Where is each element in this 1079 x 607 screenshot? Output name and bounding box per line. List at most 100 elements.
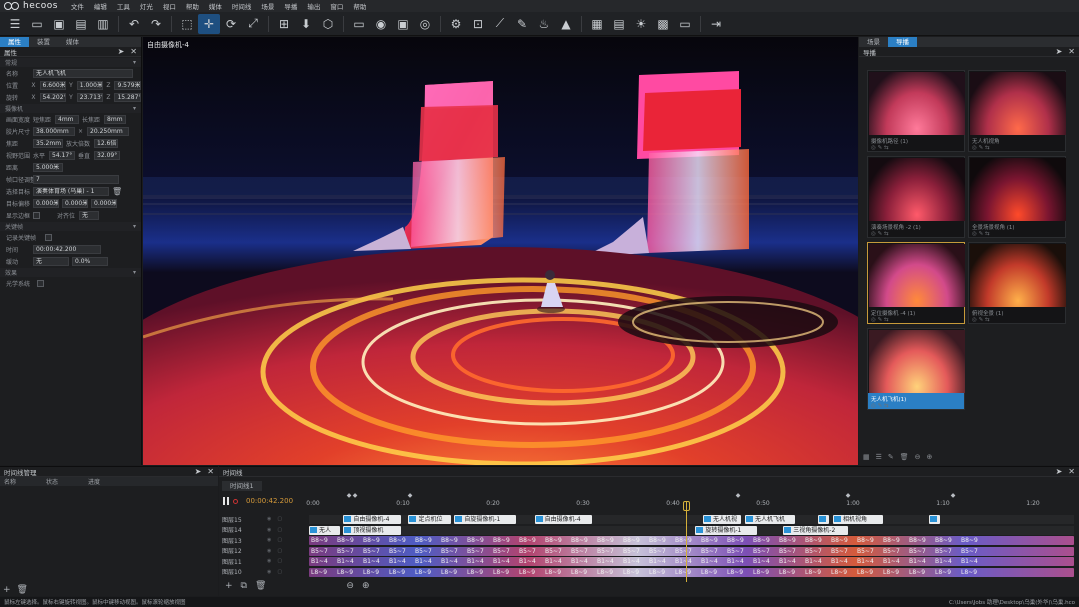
camera-clip[interactable] (928, 515, 941, 524)
record-checkbox[interactable] (45, 233, 52, 241)
gear-icon[interactable]: ⚙ (445, 14, 467, 34)
time-field[interactable]: 00:00:42.200 (33, 244, 101, 254)
position-y-field[interactable]: 1.000米 (76, 80, 104, 90)
lock-icon[interactable]: ▢ (277, 527, 282, 533)
camera-clip[interactable]: 无人机视 (702, 515, 742, 524)
select-icon[interactable]: ⬚ (176, 14, 198, 34)
rotation-y-field[interactable]: 23.713° (76, 92, 104, 102)
eye-icon[interactable]: ◉ (267, 527, 271, 533)
keyframe-marker[interactable]: ◆ (347, 492, 352, 499)
3d-viewport[interactable]: 自由摄像机-4 (143, 37, 858, 465)
pause-icon[interactable] (223, 497, 229, 505)
zoom-in-icon[interactable]: ⊕ (927, 453, 933, 461)
camera-thumbnail[interactable]: 俯视全景 (1) ◎ ✎ ⇆ (968, 242, 1066, 324)
name-field[interactable]: 无人机飞机 (33, 68, 133, 78)
camera-clip[interactable]: 顶视摄像机 (343, 525, 401, 535)
menu-item[interactable]: 帮助 (181, 1, 204, 11)
link-icon[interactable]: ⇆ (884, 231, 889, 237)
ruler-icon[interactable]: ⟋ (489, 14, 511, 34)
track-name[interactable]: 图层14 (219, 525, 267, 534)
tab-properties[interactable]: 属性 (0, 37, 29, 47)
tab-media[interactable]: 媒体 (58, 37, 87, 47)
camera-thumbnail[interactable]: 全景场景视角 (1) ◎ ✎ ⇆ (968, 156, 1066, 238)
camera-thumbnail[interactable]: 演奏场景视角 -2 (1) ◎ ✎ ⇆ (867, 156, 965, 238)
playhead-handle[interactable] (683, 501, 690, 511)
camera-icon[interactable]: ◎ (871, 145, 876, 151)
camera-icon[interactable]: ◎ (871, 403, 876, 409)
link-icon[interactable]: ⇆ (884, 145, 889, 151)
screen-icon[interactable]: ▭ (674, 14, 696, 34)
calendar-icon[interactable]: ▩ (652, 14, 674, 34)
undo-icon[interactable]: ↶ (123, 14, 145, 34)
position-x-field[interactable]: 6.600米 (39, 80, 67, 90)
scene-render[interactable] (143, 37, 858, 465)
camera-clip[interactable]: 自由摄像机-4 (534, 515, 593, 524)
ease-select[interactable]: 无 (33, 256, 69, 266)
link-icon[interactable]: ⇆ (985, 145, 990, 151)
menu-item[interactable]: 导播 (279, 1, 302, 11)
link-icon[interactable]: ⇆ (985, 231, 990, 237)
fire-icon[interactable]: ♨ (533, 14, 555, 34)
rocket-icon[interactable]: ▲ (555, 14, 577, 34)
eye-icon[interactable]: ◉ (267, 537, 271, 543)
grid-icon[interactable]: ▦ (586, 14, 608, 34)
link-select[interactable]: 无 (79, 210, 100, 220)
ease-percent-field[interactable]: 0.0% (72, 256, 108, 266)
menu-item[interactable]: 窗口 (325, 1, 348, 11)
sun-icon[interactable]: ☀ (630, 14, 652, 34)
section-keyframe[interactable]: 关键帧 ▾ (0, 222, 141, 231)
close-icon[interactable]: ✕ (130, 47, 137, 56)
fov-v-field[interactable]: 32.09° (94, 150, 121, 160)
link-icon[interactable]: ⇆ (884, 317, 889, 323)
edit-icon[interactable]: ✎ (979, 145, 984, 151)
redo-icon[interactable]: ↷ (145, 14, 167, 34)
media-clip[interactable]: B8~9 B8~9 B8~9 B8~9 B8~9 B8~9 B8~9 B8~9 B8~9 B8~9… (309, 536, 1074, 545)
camera-icon[interactable]: ◎ (871, 317, 876, 323)
camera-clip[interactable]: 无人机飞机 (745, 515, 795, 524)
rotation-z-field[interactable]: 15.287° (114, 92, 141, 102)
grid-view-icon[interactable]: ▦ (863, 453, 870, 461)
link-icon[interactable]: ⇆ (884, 403, 889, 409)
pin-icon[interactable]: ➤ (195, 467, 202, 476)
media-clip[interactable]: B1~4 B1~4 B1~4 B1~4 B1~4 B1~4 B1~4 B1~4 B1~4 B1~4… (309, 557, 1074, 566)
media-clip[interactable]: L8~9 L8~9 L8~9 L8~9 L8~9 L8~9 L8~9 L8~9 L8~9 L8~9… (309, 567, 1074, 577)
camera-thumbnail[interactable]: 定位摄像机 -4 (1) ◎ ✎ ⇆ (867, 242, 965, 324)
track-name[interactable]: 图层12 (219, 546, 267, 555)
camera-thumbnail[interactable]: 无人机视角 ◎ ✎ ⇆ (968, 70, 1066, 152)
camera-clip[interactable]: 自由摄像机-4 (343, 515, 401, 524)
show-frame-checkbox[interactable] (33, 211, 40, 219)
camera-thumbnail[interactable]: 摄像机路径 (1) ◎ ✎ ⇆ (867, 70, 965, 152)
trash-icon[interactable]: 🗑 (112, 187, 122, 196)
menu-item[interactable]: 灯光 (135, 1, 158, 11)
track-name[interactable]: 图层11 (219, 557, 267, 566)
close-icon[interactable]: ✕ (1068, 467, 1075, 476)
tab-devices[interactable]: 装置 (29, 37, 58, 47)
panel-icon[interactable]: ▤ (608, 14, 630, 34)
close-icon[interactable]: ✕ (207, 467, 214, 476)
link-icon[interactable]: ⇆ (985, 317, 990, 323)
zoom-in-icon[interactable]: ⊕ (362, 581, 370, 591)
tab-timeline-1[interactable]: 时间线1 (222, 481, 262, 491)
section-effect[interactable]: 效果 ▾ (0, 268, 141, 277)
print-icon[interactable]: ▥ (92, 14, 114, 34)
frame-width-field[interactable]: 38.000mm (33, 126, 75, 136)
lock-icon[interactable]: ▢ (277, 569, 282, 575)
brush-icon[interactable]: ✎ (511, 14, 533, 34)
offset-x-field[interactable]: 0.000米 (33, 198, 59, 208)
offset-y-field[interactable]: 0.000米 (62, 198, 88, 208)
keyframe-marker[interactable]: ◆ (846, 492, 851, 499)
target-select[interactable]: 演奏体育场 (乌巢) - 1 (33, 186, 109, 196)
position-z-field[interactable]: 9.579米 (114, 80, 141, 90)
pin-icon[interactable]: ➤ (1056, 47, 1063, 56)
snap-icon[interactable]: ⊞ (273, 14, 295, 34)
edit-icon[interactable]: ✎ (979, 317, 984, 323)
sensor-b-field[interactable]: 8mm (104, 114, 127, 124)
eye-icon[interactable]: ◉ (267, 516, 271, 522)
pin-icon[interactable]: ➤ (118, 47, 125, 56)
eye-icon[interactable]: ◉ (370, 14, 392, 34)
lock-icon[interactable]: ▢ (277, 537, 282, 543)
zoom-out-icon[interactable]: ⊖ (915, 453, 921, 461)
camera-clip[interactable]: 自旋摄像机-1 (454, 515, 516, 524)
save-as-icon[interactable]: ▤ (70, 14, 92, 34)
track-name[interactable]: 图层10 (219, 567, 267, 576)
